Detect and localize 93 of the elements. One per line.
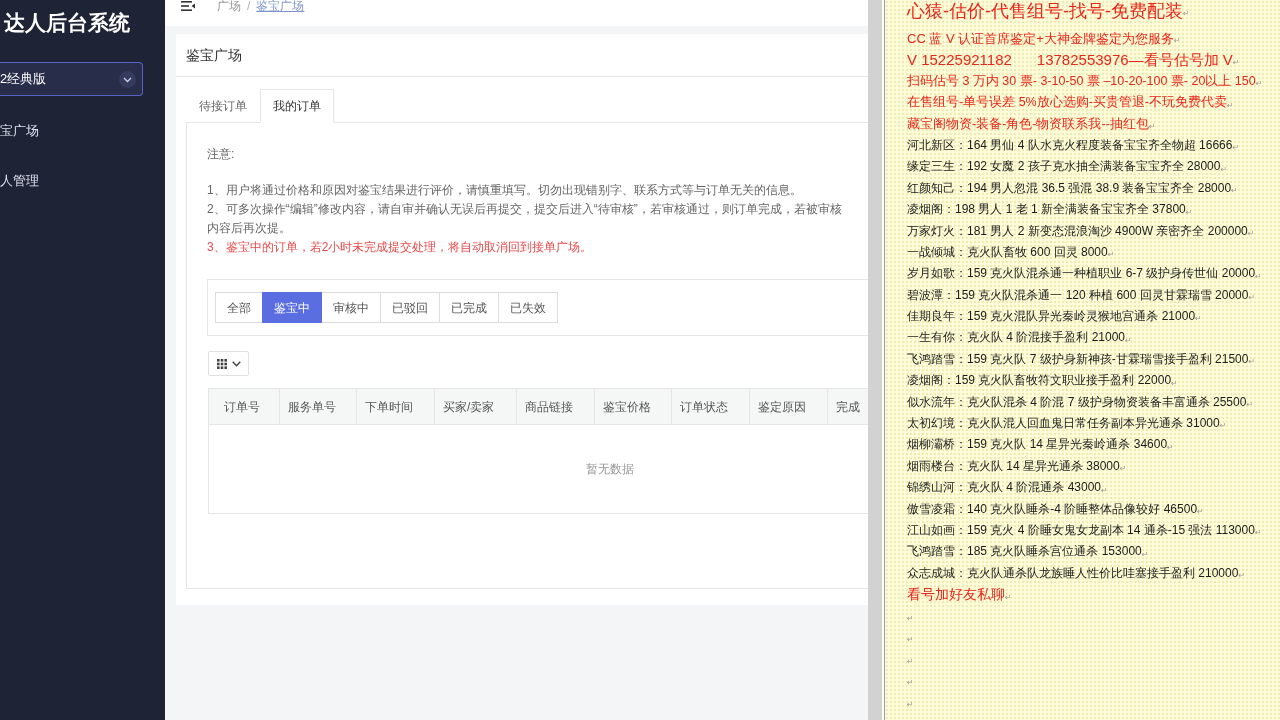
document-text-line: 凌烟阁：159 克火队畜牧符文职业接手盈利 22000: [907, 372, 1172, 390]
document-text-line: 佳期良年：159 克火混队异光秦岭灵猴地宫通杀 21000: [907, 308, 1196, 326]
document-text-line: V 15225921182 13782553976—看号估号加 V: [907, 50, 1233, 71]
paragraph-mark: ↵: [1220, 164, 1228, 175]
document-text-line: 扫码估号 3 万内 30 票- 3-10-50 票 –10-20-100 票- 20以上 150: [907, 72, 1256, 90]
paragraph-mark: ↵: [1148, 121, 1156, 132]
document-text-line: 似水流年：克火队混杀 4 阶混 7 级护身物资装备丰富通杀 25500: [907, 393, 1247, 411]
document-text-line: 红颜知己：194 男人忽混 36.5 强混 38.9 装备宝宝齐全 28000: [907, 179, 1232, 197]
paragraph-mark: ↵: [1173, 36, 1181, 47]
column-header: 服务单号: [280, 389, 357, 424]
paragraph-mark: ↵: [1107, 250, 1115, 261]
paragraph-mark: ↵: [1247, 228, 1255, 239]
paragraph-mark: ↵: [1119, 464, 1127, 475]
empty-state-text: 暂无数据: [586, 461, 634, 478]
paragraph-mark: ↵: [1255, 271, 1262, 282]
tab[interactable]: 我的订单: [260, 89, 334, 123]
document-text-line: 众志成城：克火队通杀队龙族睡人性价比哇塞接手盈利 210000: [907, 564, 1239, 582]
column-header: 商品链接: [517, 389, 595, 424]
document-text-line: 看号加好友私聊: [907, 585, 1005, 605]
paragraph-mark: ↵: [1232, 143, 1240, 154]
paragraph-mark: ↵: [1219, 421, 1227, 432]
paragraph-mark: ↵: [1227, 100, 1234, 111]
notice-text: 1、用户将通过价格和原因对鉴宝结果进行评价，请慎重填写。切勿出现错别字、联系方式等与订单无关的信息。: [207, 182, 803, 199]
status-filter-button[interactable]: 鉴宝中: [262, 292, 322, 323]
paragraph-mark: ↵: [1246, 400, 1254, 411]
document-text-line: 凌烟阁：198 男人 1 老 1 新全满装备宝宝齐全 37800: [907, 201, 1186, 219]
status-filter-button[interactable]: 已驳回: [380, 292, 440, 323]
version-select[interactable]: 2经典版: [0, 62, 143, 96]
document-text-line: 太初幻境：克火队混人回血鬼日常任务副本异光通杀 31000: [907, 415, 1220, 433]
notice-text: 2、可多次操作“编辑”修改内容，请自审并确认无误后再提交，提交后进入“待审核”，若审核通过，则订单完成，若被审核 内容后再次提。: [207, 201, 843, 237]
sidebar-menu-item[interactable]: 人管理: [0, 156, 165, 206]
document-text-line: 烟雨楼台：克火队 14 星异光通杀 38000: [907, 457, 1120, 475]
paragraph-mark: ↵: [1167, 442, 1174, 453]
document-text-line: 飞鸿踏雪：185 克火队睡杀宫位通杀 153000: [907, 543, 1142, 561]
grid-icon: [216, 358, 227, 369]
tab[interactable]: 待接订单: [186, 89, 260, 122]
paragraph-mark: ↵: [1255, 79, 1263, 90]
notice-text: 3、鉴宝中的订单，若2小时未完成提交处理，将自动取消回到接单广场。: [207, 239, 594, 256]
document-text-line: 江山如画：159 克火 4 阶睡女鬼女龙副本 14 通杀-15 强法 113000: [907, 522, 1255, 539]
document-text-line: 锦绣山河：克火队 4 阶混通杀 43000: [907, 479, 1102, 497]
document-text-line: 飞鸿踏雪：159 克火队 7 级护身新神孩-甘霖瑞雪接手盈利 21500: [907, 350, 1249, 368]
breadcrumb-separator: /: [247, 0, 251, 12]
paragraph-mark: ↵: [1125, 335, 1132, 346]
paragraph-mark: ↵: [1248, 357, 1256, 368]
document-text-line: 碧波潭：159 克火队混杀通一 120 种植 600 回灵甘霖瑞雪 20000: [907, 286, 1249, 304]
document-text-line: 藏宝阁物资-装备-角色-物资联系我--抽红包: [907, 115, 1149, 133]
paragraph-mark: ↵: [1238, 571, 1246, 582]
paragraph-mark: ↵: [907, 678, 914, 689]
paragraph-mark: ↵: [1101, 485, 1108, 496]
document-text-line: 烟柳灞桥：159 克火队 14 星异光秦岭通杀 34600: [907, 436, 1168, 454]
status-filter-button[interactable]: 审核中: [321, 292, 381, 323]
document-text-line: 在售组号-单号误差 5%放心选购-买贵管退-不玩免费代卖: [907, 94, 1228, 112]
column-header: 订单号: [209, 389, 280, 424]
paragraph-mark: ↵: [907, 656, 914, 667]
document-text-line: 河北新区：164 男仙 4 队水克火程度装备宝宝齐全物超 16666: [907, 136, 1233, 154]
column-toggle-button[interactable]: [208, 351, 249, 376]
paragraph-mark: ↵: [1171, 378, 1178, 389]
paragraph-mark: ↵: [1248, 293, 1256, 304]
paragraph-mark: ↵: [1231, 186, 1238, 197]
paragraph-mark: ↵: [907, 699, 914, 710]
chevron-down-icon: [231, 360, 241, 367]
paragraph-mark: ↵: [907, 635, 914, 646]
notice-heading: 注意:: [207, 146, 236, 163]
column-header: 下单时间: [357, 389, 435, 424]
status-filter-button[interactable]: 已失效: [498, 292, 558, 323]
paragraph-mark: ↵: [1254, 528, 1262, 539]
document-title: 心猿-估价-代售组号-找号-免费配装: [907, 0, 1183, 22]
paragraph-mark: ↵: [1185, 207, 1193, 218]
document-text-line: CC 蓝 V 认证首席鉴定+大神金牌鉴定为您服务: [907, 30, 1174, 48]
column-header: 买家/卖家: [435, 389, 517, 424]
column-header: 鉴宝价格: [595, 389, 672, 424]
paragraph-mark: ↵: [907, 613, 914, 624]
column-header: 订单状态: [672, 389, 750, 424]
chevron-down-icon: [119, 70, 136, 88]
status-filter-button[interactable]: 全部: [215, 292, 263, 323]
app-title: 达人后台系统: [4, 10, 131, 35]
page-title: 鉴宝广场: [186, 45, 242, 65]
paragraph-mark: ↵: [1141, 549, 1149, 560]
column-header: 鉴定原因: [750, 389, 828, 424]
paragraph-mark: ↵: [1195, 314, 1202, 325]
paragraph-mark: ↵: [1183, 9, 1190, 18]
status-filter-button[interactable]: 已完成: [439, 292, 499, 323]
paragraph-mark: ↵: [1197, 507, 1204, 517]
paragraph-mark: ↵: [1005, 592, 1012, 603]
document-text-line: 缘定三生：192 女魔 2 孩子克水抽全满装备宝宝齐全 28000: [907, 158, 1221, 176]
document-text-line: 岁月如歌：159 克火队混杀通一种植职业 6-7 级护身传世仙 20000: [907, 265, 1256, 283]
paragraph-mark: ↵: [1232, 57, 1240, 68]
document-text-line: 傲雪凌霜：140 克火队睡杀-4 阶睡整体品像较好 46500: [907, 500, 1198, 518]
sidebar-menu-item[interactable]: 宝广场: [0, 106, 165, 156]
document-text-line: 万家灯火：181 男人 2 新变态混浪淘沙 4900W 亲密齐全 200000: [907, 222, 1248, 240]
document-text-line: 一战倾城：克火队畜牧 600 回灵 8000: [907, 243, 1108, 261]
menu-fold-icon[interactable]: [181, 1, 195, 11]
document-text-line: 一生有你：克火队 4 阶混接手盈利 21000: [907, 329, 1126, 347]
